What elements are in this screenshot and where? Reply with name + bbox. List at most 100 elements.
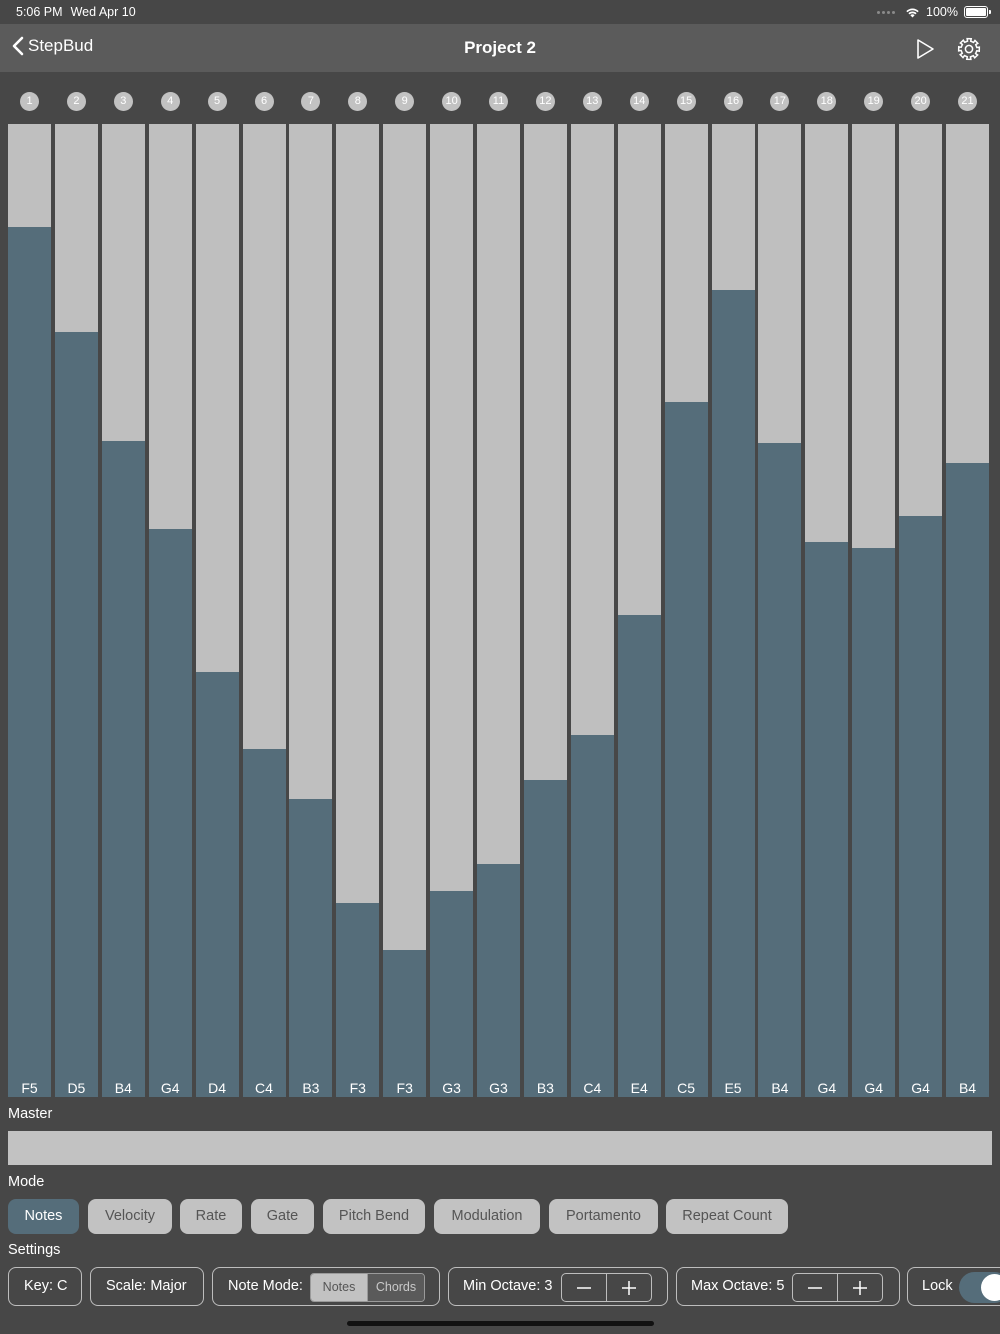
max-octave-setting: Max Octave: 5 [676, 1267, 900, 1306]
step-bar-fill [852, 548, 896, 1097]
step-bar[interactable]: B4 [946, 124, 989, 1097]
step-bar[interactable]: B3 [289, 124, 333, 1097]
step-bar[interactable]: B4 [758, 124, 802, 1097]
max-octave-stepper [792, 1273, 883, 1302]
mode-notes-button[interactable]: Notes [8, 1199, 79, 1234]
mode-rate-button[interactable]: Rate [180, 1199, 242, 1234]
step-number: 14 [629, 92, 649, 111]
step-bar[interactable]: D5 [54, 124, 98, 1097]
step-number: 9 [395, 92, 415, 111]
key-button[interactable]: Key: C [8, 1267, 82, 1306]
min-octave-label: Min Octave: 3 [463, 1278, 553, 1294]
note-mode-chords-option[interactable]: Chords [367, 1274, 424, 1301]
step-bar[interactable]: B4 [101, 124, 145, 1097]
step-number: 12 [535, 92, 555, 111]
plus-icon [853, 1280, 867, 1295]
note-mode-setting: Note Mode: Notes Chords [212, 1267, 440, 1306]
step-number: 20 [911, 92, 931, 111]
max-octave-increment-button[interactable] [837, 1274, 882, 1301]
step-bar-fill [383, 950, 427, 1097]
step-bar[interactable]: G4 [148, 124, 192, 1097]
step-bar[interactable]: G3 [430, 124, 474, 1097]
step-number: 18 [817, 92, 837, 111]
lock-toggle[interactable] [959, 1272, 1000, 1303]
minus-icon [577, 1286, 591, 1289]
lock-toggle-knob [981, 1274, 1000, 1301]
mode-portamento-button[interactable]: Portamento [549, 1199, 658, 1234]
step-number: 13 [582, 92, 602, 111]
scale-button[interactable]: Scale: Major [90, 1267, 204, 1306]
note-mode-notes-option[interactable]: Notes [311, 1274, 367, 1301]
step-bar-fill [617, 615, 661, 1097]
signal-dots-icon [877, 10, 896, 14]
step-note-label: G4 [160, 1080, 180, 1096]
step-number-row: 1 2 3 4 5 6 7 8 9 10 11 12 13 14 15 16 17 18 19 20 21 [0, 92, 1000, 114]
wifi-icon [906, 8, 919, 17]
step-bar[interactable]: F3 [383, 124, 427, 1097]
status-date: Wed Apr 10 [70, 5, 136, 19]
step-number: 1 [20, 92, 39, 111]
play-icon[interactable] [912, 36, 938, 62]
step-number: 3 [113, 92, 133, 111]
step-bar[interactable]: G3 [477, 124, 520, 1097]
step-number: 16 [723, 92, 743, 111]
step-number: 17 [770, 92, 790, 111]
mode-velocity-button[interactable]: Velocity [88, 1199, 172, 1234]
step-bar[interactable]: E4 [617, 124, 661, 1097]
step-bar-fill [946, 463, 989, 1097]
mode-modulation-button[interactable]: Modulation [434, 1199, 540, 1234]
step-bar[interactable]: E5 [711, 124, 755, 1097]
key-label: Key: C [24, 1278, 68, 1294]
nav-bar: StepBud Project 2 [0, 24, 1000, 72]
step-number: 21 [958, 92, 977, 111]
step-bar[interactable]: G4 [852, 124, 896, 1097]
step-bar-fill [477, 864, 520, 1097]
note-mode-segmented-control: Notes Chords [310, 1273, 425, 1302]
step-note-label: G3 [442, 1080, 461, 1096]
step-note-label: G4 [911, 1080, 930, 1096]
step-bar-fill [101, 441, 145, 1097]
step-note-label: B4 [771, 1080, 789, 1096]
step-note-label: G4 [864, 1080, 884, 1096]
min-octave-increment-button[interactable] [606, 1274, 651, 1301]
step-bar[interactable]: C4 [242, 124, 286, 1097]
mode-gate-button[interactable]: Gate [251, 1199, 314, 1234]
step-bar-fill [430, 891, 474, 1097]
step-bar[interactable]: B3 [523, 124, 567, 1097]
step-number: 19 [864, 92, 884, 111]
step-number: 15 [676, 92, 696, 111]
step-bar-fill [570, 735, 614, 1097]
page-title: Project 2 [464, 38, 536, 57]
step-bar[interactable]: C5 [664, 124, 708, 1097]
min-octave-decrement-button[interactable] [562, 1274, 606, 1301]
step-bar[interactable]: F3 [336, 124, 380, 1097]
step-bar[interactable]: F5 [8, 124, 51, 1097]
step-bar[interactable]: D4 [195, 124, 239, 1097]
step-number: 8 [348, 92, 368, 111]
step-note-label: B4 [958, 1080, 977, 1096]
step-bar-fill [289, 799, 333, 1097]
step-note-label: D5 [67, 1080, 86, 1096]
step-note-label: F3 [396, 1080, 413, 1096]
step-bar[interactable]: G4 [899, 124, 943, 1097]
step-note-label: E5 [724, 1080, 742, 1096]
step-bars[interactable]: F5 D5 B4 G4 D4 C4 B3 F3 F3 G3 G3 B3 C4 E4 C5 E5 B4 G4 G4 G4… [0, 124, 1000, 1097]
gear-icon[interactable] [956, 36, 982, 62]
step-bar-fill [523, 780, 567, 1097]
step-bar-fill [899, 516, 943, 1097]
mode-pitch-bend-button[interactable]: Pitch Bend [323, 1199, 425, 1234]
battery-percent: 100% [926, 5, 958, 19]
step-bar-fill [8, 227, 51, 1097]
step-bar-fill [664, 402, 708, 1097]
step-bar-fill [242, 749, 286, 1097]
step-bar-fill [711, 290, 755, 1097]
max-octave-decrement-button[interactable] [793, 1274, 837, 1301]
step-bar[interactable]: G4 [805, 124, 849, 1097]
step-note-label: F3 [349, 1080, 366, 1096]
master-slider[interactable] [8, 1131, 992, 1165]
mode-repeat-count-button[interactable]: Repeat Count [666, 1199, 788, 1234]
note-mode-label: Note Mode: [228, 1278, 303, 1294]
mode-label: Mode [8, 1174, 45, 1190]
step-bar[interactable]: C4 [570, 124, 614, 1097]
status-bar: 5:06 PM Wed Apr 10 100% [0, 0, 1000, 24]
